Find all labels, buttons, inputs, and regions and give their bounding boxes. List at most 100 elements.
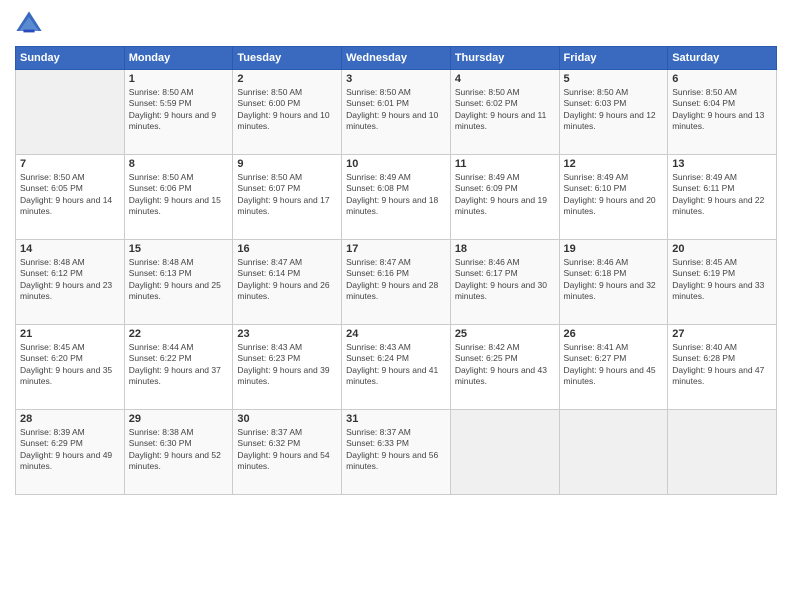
calendar-cell: 22 Sunrise: 8:44 AMSunset: 6:22 PMDayligh… (124, 325, 233, 410)
day-info: Sunrise: 8:43 AMSunset: 6:24 PMDaylight:… (346, 342, 446, 388)
day-number: 17 (346, 243, 446, 255)
calendar-cell: 2 Sunrise: 8:50 AMSunset: 6:00 PMDaylight… (233, 70, 342, 155)
day-info: Sunrise: 8:37 AMSunset: 6:32 PMDaylight:… (237, 427, 337, 473)
calendar-cell: 23 Sunrise: 8:43 AMSunset: 6:23 PMDayligh… (233, 325, 342, 410)
calendar-cell: 16 Sunrise: 8:47 AMSunset: 6:14 PMDayligh… (233, 240, 342, 325)
day-info: Sunrise: 8:39 AMSunset: 6:29 PMDaylight:… (20, 427, 120, 473)
calendar-cell: 4Sunrise: 8:50 AMSunset: 6:02 PMDaylight… (450, 70, 559, 155)
calendar-cell: 27Sunrise: 8:40 AMSunset: 6:28 PMDayligh… (668, 325, 777, 410)
day-number: 10 (346, 158, 446, 170)
day-info: Sunrise: 8:45 AMSunset: 6:19 PMDaylight:… (672, 257, 772, 303)
calendar-cell: 7 Sunrise: 8:50 AMSunset: 6:05 PMDaylight… (16, 155, 125, 240)
day-info: Sunrise: 8:49 AMSunset: 6:08 PMDaylight:… (346, 172, 446, 218)
day-info: Sunrise: 8:45 AMSunset: 6:20 PMDaylight:… (20, 342, 120, 388)
weekday-header: Sunday (16, 47, 125, 70)
calendar-cell (559, 410, 668, 495)
weekday-header: Thursday (450, 47, 559, 70)
day-info: Sunrise: 8:38 AMSunset: 6:30 PMDaylight:… (129, 427, 229, 473)
calendar-cell: 30 Sunrise: 8:37 AMSunset: 6:32 PMDayligh… (233, 410, 342, 495)
day-number: 3 (346, 73, 446, 85)
day-info: Sunrise: 8:44 AMSunset: 6:22 PMDaylight:… (129, 342, 229, 388)
day-number: 11 (455, 158, 555, 170)
calendar-cell: 11 Sunrise: 8:49 AMSunset: 6:09 PMDayligh… (450, 155, 559, 240)
header (15, 10, 777, 38)
day-number: 5 (564, 73, 664, 85)
calendar-cell: 15Sunrise: 8:48 AMSunset: 6:13 PMDayligh… (124, 240, 233, 325)
day-number: 21 (20, 328, 120, 340)
day-number: 12 (564, 158, 664, 170)
day-number: 30 (237, 413, 337, 425)
calendar-cell: 18 Sunrise: 8:46 AMSunset: 6:17 PMDayligh… (450, 240, 559, 325)
day-info: Sunrise: 8:46 AMSunset: 6:17 PMDaylight:… (455, 257, 555, 303)
day-number: 20 (672, 243, 772, 255)
day-info: Sunrise: 8:49 AMSunset: 6:09 PMDaylight:… (455, 172, 555, 218)
day-info: Sunrise: 8:50 AMSunset: 6:02 PMDaylight:… (455, 87, 555, 133)
calendar-cell: 29 Sunrise: 8:38 AMSunset: 6:30 PMDayligh… (124, 410, 233, 495)
day-info: Sunrise: 8:50 AMSunset: 6:04 PMDaylight:… (672, 87, 772, 133)
calendar-cell: 13 Sunrise: 8:49 AMSunset: 6:11 PMDayligh… (668, 155, 777, 240)
day-number: 26 (564, 328, 664, 340)
day-number: 28 (20, 413, 120, 425)
day-number: 13 (672, 158, 772, 170)
day-number: 1 (129, 73, 229, 85)
day-info: Sunrise: 8:48 AMSunset: 6:13 PMDaylight:… (129, 257, 229, 303)
day-info: Sunrise: 8:47 AMSunset: 6:16 PMDaylight:… (346, 257, 446, 303)
day-info: Sunrise: 8:40 AMSunset: 6:28 PMDaylight:… (672, 342, 772, 388)
calendar-cell: 12 Sunrise: 8:49 AMSunset: 6:10 PMDayligh… (559, 155, 668, 240)
day-number: 7 (20, 158, 120, 170)
day-number: 18 (455, 243, 555, 255)
calendar-cell: 5 Sunrise: 8:50 AMSunset: 6:03 PMDaylight… (559, 70, 668, 155)
calendar-cell: 10 Sunrise: 8:49 AMSunset: 6:08 PMDayligh… (342, 155, 451, 240)
day-info: Sunrise: 8:43 AMSunset: 6:23 PMDaylight:… (237, 342, 337, 388)
day-number: 14 (20, 243, 120, 255)
day-number: 6 (672, 73, 772, 85)
calendar-cell: 28 Sunrise: 8:39 AMSunset: 6:29 PMDayligh… (16, 410, 125, 495)
day-info: Sunrise: 8:37 AMSunset: 6:33 PMDaylight:… (346, 427, 446, 473)
day-info: Sunrise: 8:41 AMSunset: 6:27 PMDaylight:… (564, 342, 664, 388)
weekday-header: Saturday (668, 47, 777, 70)
day-number: 31 (346, 413, 446, 425)
calendar-cell: 21 Sunrise: 8:45 AMSunset: 6:20 PMDayligh… (16, 325, 125, 410)
calendar-cell (450, 410, 559, 495)
calendar-cell: 24 Sunrise: 8:43 AMSunset: 6:24 PMDayligh… (342, 325, 451, 410)
day-info: Sunrise: 8:49 AMSunset: 6:10 PMDaylight:… (564, 172, 664, 218)
day-info: Sunrise: 8:50 AMSunset: 6:00 PMDaylight:… (237, 87, 337, 133)
calendar-cell: 3Sunrise: 8:50 AMSunset: 6:01 PMDaylight… (342, 70, 451, 155)
calendar-cell: 31 Sunrise: 8:37 AMSunset: 6:33 PMDayligh… (342, 410, 451, 495)
logo (15, 10, 47, 38)
day-info: Sunrise: 8:46 AMSunset: 6:18 PMDaylight:… (564, 257, 664, 303)
day-info: Sunrise: 8:50 AMSunset: 6:05 PMDaylight:… (20, 172, 120, 218)
calendar-cell: 9 Sunrise: 8:50 AMSunset: 6:07 PMDaylight… (233, 155, 342, 240)
weekday-header: Monday (124, 47, 233, 70)
day-info: Sunrise: 8:50 AMSunset: 6:03 PMDaylight:… (564, 87, 664, 133)
day-number: 29 (129, 413, 229, 425)
calendar-cell: 1 Sunrise: 8:50 AMSunset: 5:59 PMDaylight… (124, 70, 233, 155)
weekday-header: Wednesday (342, 47, 451, 70)
day-number: 2 (237, 73, 337, 85)
day-info: Sunrise: 8:49 AMSunset: 6:11 PMDaylight:… (672, 172, 772, 218)
weekday-header: Tuesday (233, 47, 342, 70)
day-number: 23 (237, 328, 337, 340)
calendar-cell: 25 Sunrise: 8:42 AMSunset: 6:25 PMDayligh… (450, 325, 559, 410)
calendar-cell: 20 Sunrise: 8:45 AMSunset: 6:19 PMDayligh… (668, 240, 777, 325)
calendar-cell: 6 Sunrise: 8:50 AMSunset: 6:04 PMDaylight… (668, 70, 777, 155)
day-info: Sunrise: 8:50 AMSunset: 6:07 PMDaylight:… (237, 172, 337, 218)
calendar-cell: 8 Sunrise: 8:50 AMSunset: 6:06 PMDaylight… (124, 155, 233, 240)
day-info: Sunrise: 8:47 AMSunset: 6:14 PMDaylight:… (237, 257, 337, 303)
calendar-table: SundayMondayTuesdayWednesdayThursdayFrid… (15, 46, 777, 495)
day-info: Sunrise: 8:42 AMSunset: 6:25 PMDaylight:… (455, 342, 555, 388)
main-container: SundayMondayTuesdayWednesdayThursdayFrid… (0, 0, 792, 500)
weekday-header: Friday (559, 47, 668, 70)
day-number: 22 (129, 328, 229, 340)
day-info: Sunrise: 8:50 AMSunset: 5:59 PMDaylight:… (129, 87, 229, 133)
day-number: 9 (237, 158, 337, 170)
calendar-cell: 14 Sunrise: 8:48 AMSunset: 6:12 PMDayligh… (16, 240, 125, 325)
day-number: 25 (455, 328, 555, 340)
day-info: Sunrise: 8:48 AMSunset: 6:12 PMDaylight:… (20, 257, 120, 303)
day-number: 8 (129, 158, 229, 170)
logo-icon (15, 10, 43, 38)
day-number: 16 (237, 243, 337, 255)
day-number: 19 (564, 243, 664, 255)
day-number: 24 (346, 328, 446, 340)
day-info: Sunrise: 8:50 AMSunset: 6:06 PMDaylight:… (129, 172, 229, 218)
